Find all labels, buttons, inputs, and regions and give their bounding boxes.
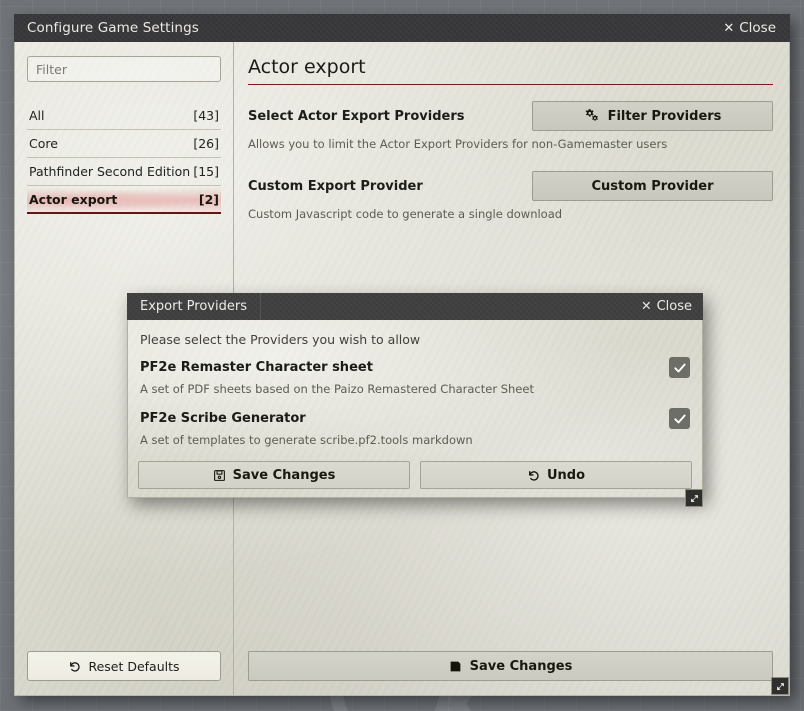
reset-defaults-label: Reset Defaults bbox=[88, 658, 180, 674]
reset-defaults-button[interactable]: Reset Defaults bbox=[27, 651, 221, 681]
provider-description: A set of PDF sheets based on the Paizo R… bbox=[140, 382, 534, 396]
filter-providers-button[interactable]: Filter Providers bbox=[532, 101, 773, 131]
provider-description: A set of templates to generate scribe.pf… bbox=[140, 433, 473, 447]
dialog-close-label: Close bbox=[656, 299, 692, 314]
dialog-save-changes-label: Save Changes bbox=[232, 467, 336, 483]
window-close-label: Close bbox=[739, 20, 776, 36]
window-close-button[interactable]: ✕ Close bbox=[719, 18, 780, 38]
setting-row-select-actor-export-providers: Select Actor Export Providers Filter Pro… bbox=[248, 101, 773, 131]
category-list: All [43] Core [26] Pathfinder Second Edi… bbox=[27, 102, 221, 214]
window-body: All [43] Core [26] Pathfinder Second Edi… bbox=[14, 42, 790, 696]
custom-provider-label: Custom Provider bbox=[591, 178, 714, 194]
gears-icon bbox=[584, 108, 600, 124]
sidebar-item-label: Pathfinder Second Edition bbox=[29, 164, 191, 179]
window-titlebar: Configure Game Settings ✕ Close bbox=[14, 14, 790, 42]
floppy-disk-icon bbox=[449, 660, 462, 673]
sidebar-item-label: Actor export bbox=[29, 191, 118, 207]
provider-checkbox[interactable] bbox=[669, 408, 690, 429]
custom-provider-button[interactable]: Custom Provider bbox=[532, 171, 773, 201]
sidebar-item-count: [26] bbox=[193, 136, 219, 151]
undo-arrow-icon bbox=[527, 469, 540, 482]
configure-game-settings-window: Configure Game Settings ✕ Close All [43]… bbox=[14, 14, 790, 696]
dialog-footer: Save Changes Undo bbox=[138, 461, 692, 489]
sidebar-item-all[interactable]: All [43] bbox=[27, 102, 221, 130]
setting-hint: Allows you to limit the Actor Export Pro… bbox=[248, 137, 668, 151]
close-x-icon: ✕ bbox=[641, 298, 652, 314]
export-providers-dialog: Export Providers ✕ Close Please select t… bbox=[127, 293, 703, 507]
sidebar-footer: Reset Defaults bbox=[27, 651, 221, 695]
floppy-disk-icon bbox=[213, 469, 226, 482]
setting-row-custom-export-provider: Custom Export Provider Custom Provider bbox=[248, 171, 773, 201]
sidebar-item-core[interactable]: Core [26] bbox=[27, 130, 221, 158]
sidebar-item-count: [43] bbox=[193, 108, 219, 123]
save-changes-button[interactable]: Save Changes bbox=[248, 651, 773, 681]
provider-name: PF2e Remaster Character sheet bbox=[140, 360, 373, 375]
dialog-resize-handle[interactable] bbox=[685, 489, 703, 507]
undo-arrow-icon bbox=[68, 660, 81, 673]
sidebar-item-count: [15] bbox=[193, 164, 219, 179]
filter-input[interactable] bbox=[27, 56, 221, 82]
window-title: Configure Game Settings bbox=[27, 20, 199, 36]
save-changes-label: Save Changes bbox=[469, 658, 573, 674]
dialog-titlebar: Export Providers ✕ Close bbox=[127, 293, 703, 320]
provider-checkbox[interactable] bbox=[669, 357, 690, 378]
dialog-save-changes-button[interactable]: Save Changes bbox=[138, 461, 410, 489]
sidebar-item-pathfinder-second-edition[interactable]: Pathfinder Second Edition [15] bbox=[27, 158, 221, 186]
page-title: Actor export bbox=[248, 56, 773, 85]
dialog-close-button[interactable]: ✕ Close bbox=[639, 297, 694, 316]
setting-label: Select Actor Export Providers bbox=[248, 108, 465, 124]
setting-hint: Custom Javascript code to generate a sin… bbox=[248, 207, 563, 221]
dialog-title: Export Providers bbox=[127, 293, 261, 320]
dialog-undo-button[interactable]: Undo bbox=[420, 461, 692, 489]
sidebar-item-label: Core bbox=[29, 136, 58, 151]
provider-name: PF2e Scribe Generator bbox=[140, 411, 306, 426]
window-resize-handle[interactable] bbox=[771, 677, 789, 695]
provider-row-pf2e-scribe-generator: PF2e Scribe Generator bbox=[138, 408, 692, 429]
content-footer: Save Changes bbox=[248, 651, 773, 695]
sidebar-item-count: [2] bbox=[198, 191, 219, 207]
dialog-intro-text: Please select the Providers you wish to … bbox=[140, 332, 421, 347]
setting-label: Custom Export Provider bbox=[248, 178, 423, 194]
filter-providers-label: Filter Providers bbox=[607, 108, 722, 124]
provider-row-pf2e-remaster-character-sheet: PF2e Remaster Character sheet bbox=[138, 357, 692, 378]
sidebar-item-actor-export[interactable]: Actor export [2] bbox=[27, 186, 221, 214]
dialog-body: Please select the Providers you wish to … bbox=[127, 320, 703, 507]
sidebar-item-label: All bbox=[29, 108, 45, 123]
close-x-icon: ✕ bbox=[723, 20, 735, 36]
dialog-undo-label: Undo bbox=[546, 467, 586, 483]
